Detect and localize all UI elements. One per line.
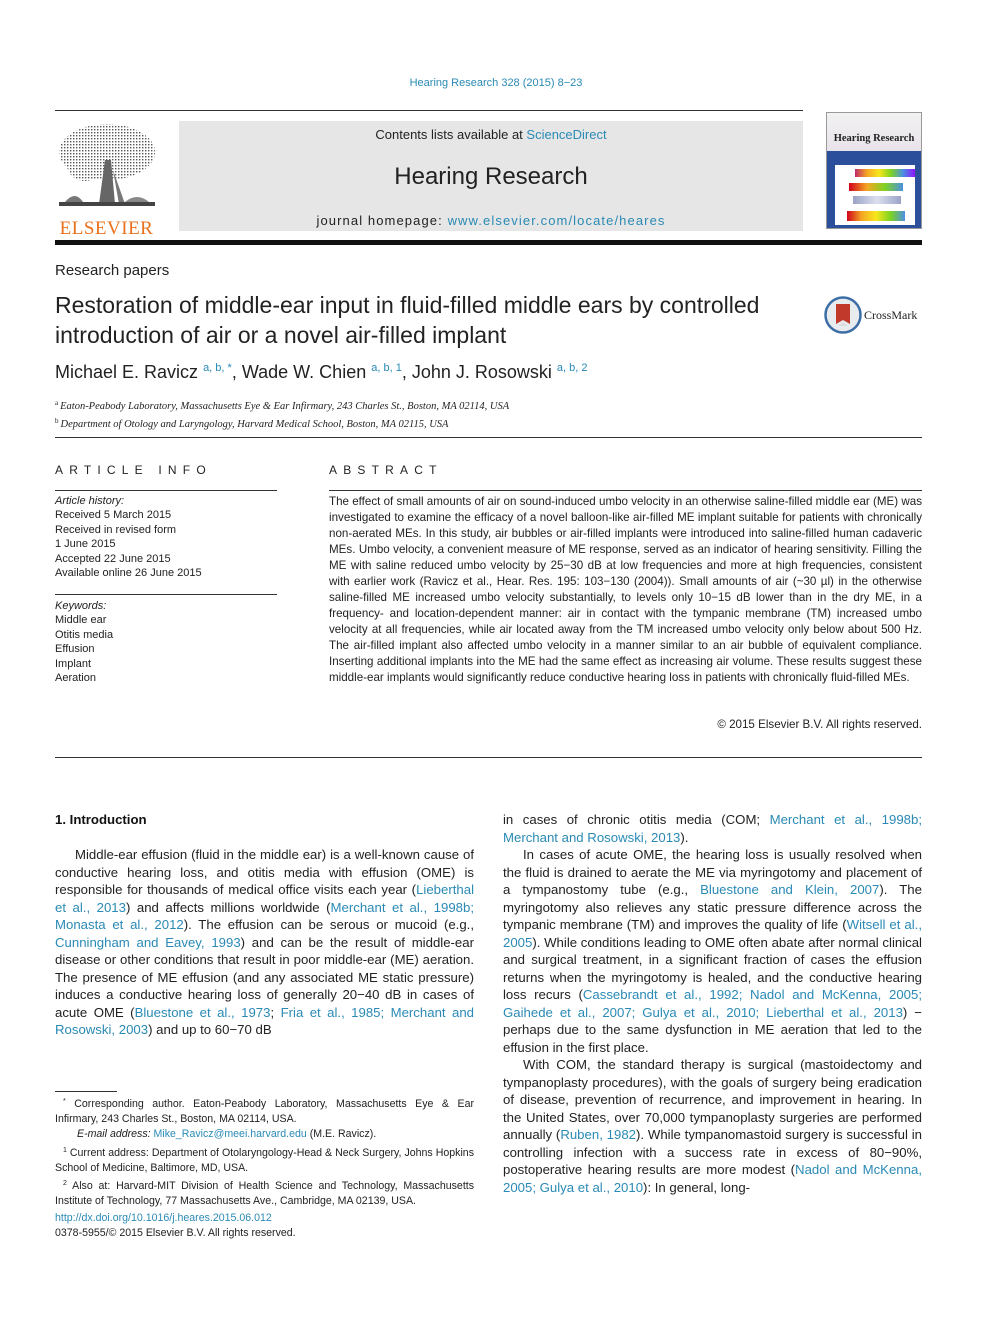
top-rule [55, 110, 803, 111]
author-affiliation-marks[interactable]: a, b, 2 [557, 362, 588, 374]
email-label: E-mail address: [77, 1128, 151, 1141]
footnote-mark: 2 [63, 1180, 67, 1188]
affiliation-text: Department of Otology and Laryngology, H… [60, 419, 449, 430]
affiliation-text: Eaton-Peabody Laboratory, Massachusetts … [60, 401, 510, 412]
paragraph: Middle-ear effusion (fluid in the middle… [55, 847, 475, 1037]
abstract-copyright: © 2015 Elsevier B.V. All rights reserved… [717, 718, 922, 731]
body-column-left: Middle-ear effusion (fluid in the middle… [55, 846, 474, 1039]
citation-link[interactable]: Bluestone and Klein, 2007 [700, 882, 879, 897]
divider [55, 757, 922, 758]
affiliation-mark: a [55, 399, 59, 407]
keywords-label: Keywords: [55, 600, 107, 612]
journal-homepage-line: journal homepage: www.elsevier.com/locat… [179, 213, 803, 228]
affiliation-mark: b [55, 417, 59, 425]
affiliations: a Eaton-Peabody Laboratory, Massachusetts… [55, 396, 509, 432]
author-name[interactable]: Wade W. Chien [242, 362, 366, 382]
keyword-item: Middle ear [55, 614, 107, 627]
author-affiliation-marks[interactable]: a, b, * [203, 362, 232, 374]
citation-link[interactable]: Bluestone et al., 1973 [135, 1005, 271, 1020]
keyword-item: Otitis media [55, 628, 114, 641]
issn-copyright: 0378-5955/© 2015 Elsevier B.V. All right… [55, 1227, 296, 1239]
article-history-label: Article history: [55, 495, 125, 507]
masthead: ELSEVIER Contents lists available at Sci… [55, 112, 922, 239]
article-title: Restoration of middle-ear input in fluid… [55, 292, 760, 348]
keywords: Keywords: Middle ear Otitis media Effusi… [55, 599, 113, 685]
divider [55, 437, 922, 438]
divider [55, 594, 277, 595]
elsevier-wordmark: ELSEVIER [59, 218, 154, 239]
article-history: Article history: Received 5 March 2015 R… [55, 494, 202, 580]
footnote-text: Current address: Department of Otolaryng… [55, 1146, 474, 1174]
footnote-text: Corresponding author. Eaton-Peabody Labo… [55, 1098, 474, 1126]
author-separator: , [401, 362, 412, 382]
history-item: Received 5 March 2015 [55, 509, 172, 522]
journal-reference[interactable]: Hearing Research 328 (2015) 8−23 [0, 77, 992, 89]
keyword-item: Effusion [55, 643, 95, 656]
affiliation-item: b Department of Otology and Laryngology, … [55, 414, 509, 432]
journal-homepage-link[interactable]: www.elsevier.com/locate/heares [448, 213, 666, 228]
paragraph: In cases of acute OME, the hearing loss … [503, 847, 922, 1055]
cover-spectrum-bar [853, 196, 901, 204]
homepage-prefix: journal homepage: [316, 213, 448, 228]
author-list: Michael E. Ravicz a, b, *, Wade W. Chien… [55, 362, 587, 383]
author-separator: , [231, 362, 242, 382]
footnote-2: 2 Also at: Harvard-MIT Division of Healt… [55, 1176, 474, 1209]
paragraph: in cases of chronic otitis media (COM; M… [503, 812, 922, 845]
footnotes: * Corresponding author. Eaton-Peabody La… [55, 1094, 474, 1209]
footnote-text: Also at: Harvard-MIT Division of Health … [55, 1180, 474, 1208]
history-item: 1 June 2015 [55, 538, 116, 551]
elsevier-logo[interactable]: ELSEVIER [55, 120, 158, 239]
sciencedirect-link[interactable]: ScienceDirect [526, 127, 606, 142]
cover-spectrum-bar [849, 183, 903, 191]
citation-link[interactable]: Cunningham and Eavey, 1993 [55, 935, 241, 950]
footnote-1: 1 Current address: Department of Otolary… [55, 1143, 474, 1176]
elsevier-tree-icon [59, 124, 155, 206]
cover-title: Hearing Research [833, 133, 915, 144]
contents-prefix: Contents lists available at [375, 127, 527, 142]
keyword-item: Aeration [55, 672, 96, 685]
citation-link[interactable]: Cassebrandt et al., 1992; Nadol and McKe… [503, 987, 922, 1020]
body-column-right: in cases of chronic otitis media (COM; M… [503, 811, 922, 1196]
author-name[interactable]: John J. Rosowski [412, 362, 552, 382]
history-item: Received in revised form [55, 523, 177, 536]
email-suffix: (M.E. Ravicz). [306, 1128, 377, 1141]
cover-spectrum-bar [855, 169, 915, 177]
citation-link[interactable]: Merchant et al., 1998b; Merchant and Ros… [503, 812, 922, 845]
section-heading-introduction: 1. Introduction [55, 812, 147, 827]
affiliation-item: a Eaton-Peabody Laboratory, Massachusetts… [55, 396, 509, 414]
footnote-corresponding: * Corresponding author. Eaton-Peabody La… [55, 1094, 474, 1127]
footnote-email: E-mail address: Mike_Ravicz@meei.harvard… [55, 1127, 474, 1142]
author-name[interactable]: Michael E. Ravicz [55, 362, 198, 382]
crossmark-label: CrossMark [864, 308, 918, 322]
citation-link[interactable]: Witsell et al., 2005 [503, 917, 922, 950]
divider [55, 490, 277, 491]
journal-cover-thumbnail[interactable]: Hearing Research [826, 112, 922, 229]
citation-link[interactable]: Ruben, 1982 [560, 1127, 636, 1142]
history-item: Available online 26 June 2015 [55, 567, 202, 580]
footnote-mark: * [63, 1098, 66, 1105]
crossmark-icon [824, 296, 862, 334]
footnote-rule [55, 1091, 117, 1092]
divider [329, 490, 922, 491]
cover-graphic [835, 165, 915, 225]
article-info-heading: ARTICLE INFO [55, 463, 212, 477]
crossmark-badge[interactable]: CrossMark [824, 296, 924, 334]
journal-title: Hearing Research [394, 163, 588, 190]
author-affiliation-marks[interactable]: a, b, 1 [371, 362, 402, 374]
cover-spectrum-bar [847, 211, 905, 221]
journal-banner: Contents lists available at ScienceDirec… [179, 121, 803, 231]
paragraph: With COM, the standard therapy is surgic… [503, 1057, 922, 1195]
doi-block: http://dx.doi.org/10.1016/j.heares.2015.… [55, 1211, 296, 1241]
abstract-text: The effect of small amounts of air on so… [329, 495, 922, 684]
keyword-item: Implant [55, 657, 92, 670]
email-link[interactable]: Mike_Ravicz@meei.harvard.edu [154, 1128, 307, 1140]
article-section-label: Research papers [55, 262, 170, 279]
citation-link[interactable]: Nadol and McKenna, 2005; Gulya et al., 2… [503, 1162, 922, 1195]
history-item: Accepted 22 June 2015 [55, 552, 171, 565]
contents-available-line: Contents lists available at ScienceDirec… [179, 127, 803, 142]
doi-link[interactable]: http://dx.doi.org/10.1016/j.heares.2015.… [55, 1212, 272, 1224]
masthead-thick-rule [55, 240, 922, 245]
abstract-heading: ABSTRACT [329, 463, 443, 477]
footnote-mark: 1 [63, 1146, 67, 1154]
